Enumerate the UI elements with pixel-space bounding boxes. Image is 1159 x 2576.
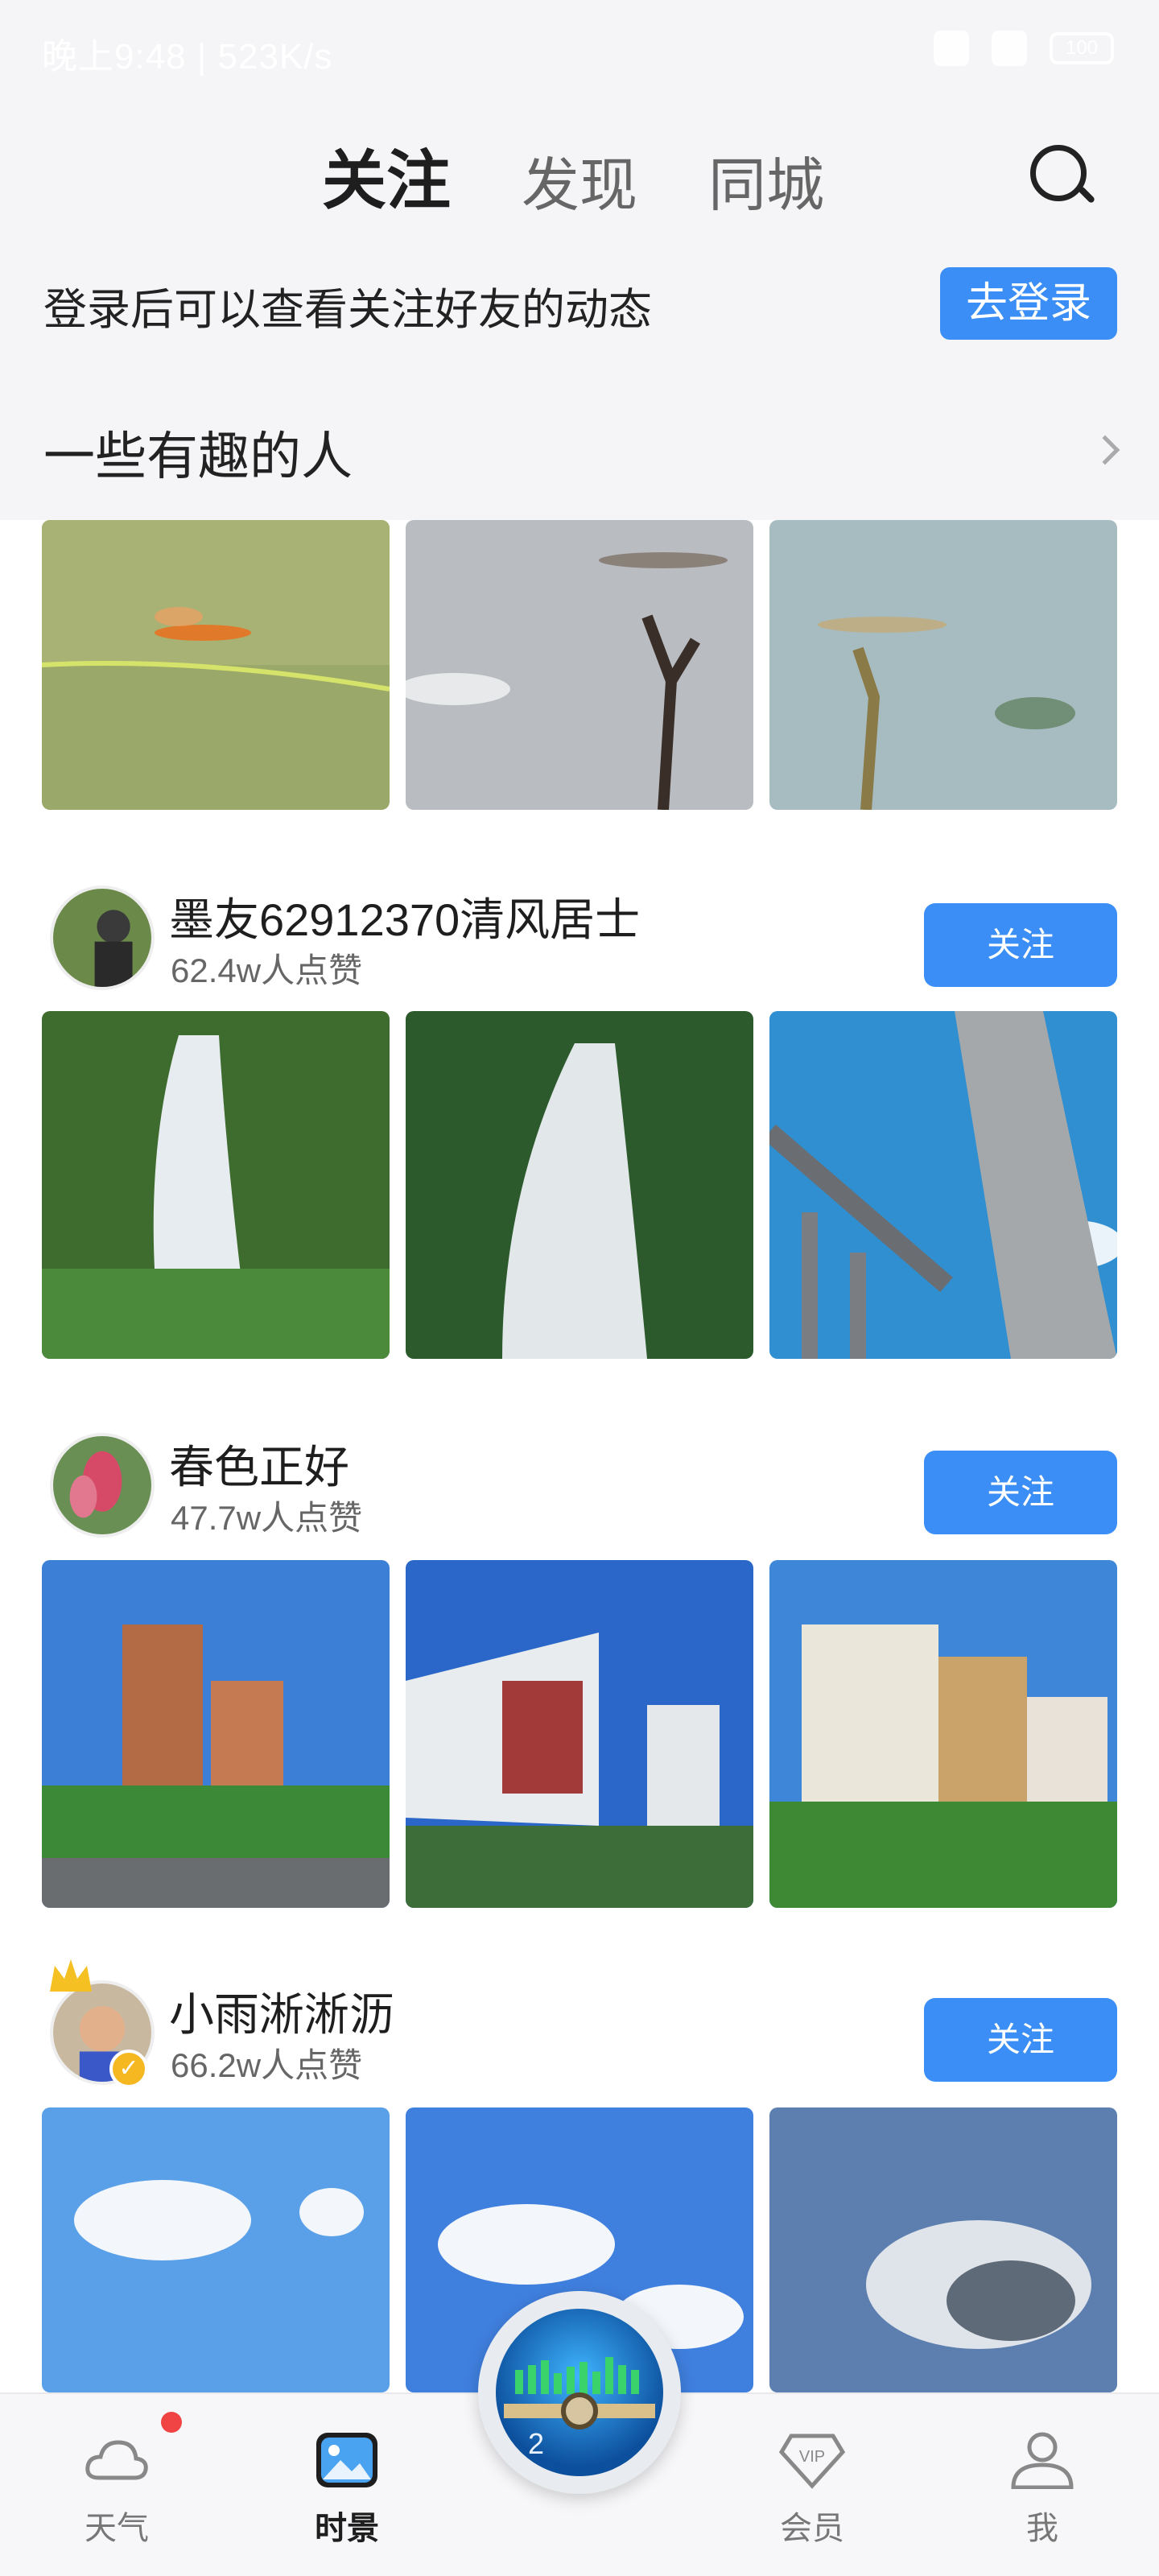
tab-nearby[interactable]: 同城	[708, 138, 824, 222]
photo-buildings-3[interactable]	[769, 1560, 1117, 1908]
cloud-icon	[83, 2431, 151, 2489]
photo-waterfall-1[interactable]	[42, 1011, 390, 1359]
creator-likes: 66.2w人点赞	[171, 2046, 363, 2084]
nav-label: 我	[1026, 2511, 1058, 2546]
wifi-icon	[992, 31, 1027, 66]
notification-dot	[161, 2412, 182, 2433]
svg-text:VIP: VIP	[799, 2448, 825, 2466]
creator-row[interactable]: ✓ 小雨淅淅沥 66.2w人点赞 关注	[0, 1956, 1159, 2093]
chevron-right-icon	[1090, 435, 1120, 465]
photo-dragonfly-1[interactable]	[42, 520, 390, 810]
creator-row[interactable]: 墨友62912370清风居士 62.4w人点赞 关注	[0, 861, 1159, 998]
creator-row[interactable]: 春色正好 47.7w人点赞 关注	[0, 1409, 1159, 1546]
globe-icon: 2	[496, 2309, 663, 2476]
nav-label: 天气	[85, 2511, 149, 2546]
creator-name: 小雨淅淅沥	[169, 1989, 394, 2040]
avatar[interactable]	[50, 886, 155, 990]
picture-icon	[313, 2431, 381, 2489]
photo-sky-3[interactable]	[769, 2107, 1117, 2392]
photo-waterfall-2[interactable]	[406, 1011, 753, 1359]
nav-weather[interactable]: 天气	[56, 2431, 177, 2549]
person-icon	[1008, 2431, 1076, 2490]
photo-bridge[interactable]	[769, 1011, 1117, 1359]
nav-scenes[interactable]: 时景	[287, 2431, 407, 2549]
nav-vip[interactable]: VIP 会员	[752, 2431, 872, 2549]
photo-dragonfly-2[interactable]	[406, 520, 753, 810]
vip-icon: VIP	[778, 2431, 846, 2489]
follow-button[interactable]: 关注	[924, 1451, 1117, 1534]
nav-me[interactable]: 我	[982, 2431, 1103, 2549]
nav-label: 会员	[780, 2511, 844, 2546]
avatar[interactable]	[50, 1433, 155, 1538]
follow-button[interactable]: 关注	[924, 903, 1117, 987]
nav-label: 时景	[315, 2511, 379, 2546]
verified-badge-icon: ✓	[109, 2050, 148, 2088]
photo-sky-1[interactable]	[42, 2107, 390, 2392]
interesting-people-section[interactable]: 一些有趣的人	[0, 362, 1159, 520]
creator-likes: 47.7w人点赞	[171, 1499, 363, 1537]
login-button[interactable]: 去登录	[940, 267, 1117, 340]
creator-name: 墨友62912370清风居士	[169, 894, 641, 945]
login-hint: 登录后可以查看关注好友的动态	[43, 286, 652, 334]
center-fab-button[interactable]: 2	[478, 2291, 681, 2494]
photo-dragonfly-3[interactable]	[769, 520, 1117, 810]
top-tabs: 关注 发现 同城	[0, 97, 1159, 242]
fab-label: 2	[528, 2427, 544, 2460]
photo-buildings-2[interactable]	[406, 1560, 753, 1908]
search-icon[interactable]	[1024, 138, 1096, 209]
tab-discover[interactable]: 发现	[522, 138, 637, 222]
status-bar: 晚上9:48 | 523K/s 100	[0, 0, 1159, 97]
tab-follow[interactable]: 关注	[322, 129, 451, 222]
mute-icon	[934, 31, 969, 66]
photo-buildings-1[interactable]	[42, 1560, 390, 1908]
crown-icon	[47, 1956, 95, 1996]
creator-name: 春色正好	[169, 1442, 349, 1492]
status-time: 晚上9:48 | 523K/s	[42, 37, 333, 76]
follow-button[interactable]: 关注	[924, 1998, 1117, 2082]
battery-icon: 100	[1050, 32, 1114, 64]
creator-likes: 62.4w人点赞	[171, 952, 363, 989]
login-prompt: 登录后可以查看关注好友的动态 去登录	[0, 242, 1159, 362]
section-title: 一些有趣的人	[43, 427, 353, 485]
